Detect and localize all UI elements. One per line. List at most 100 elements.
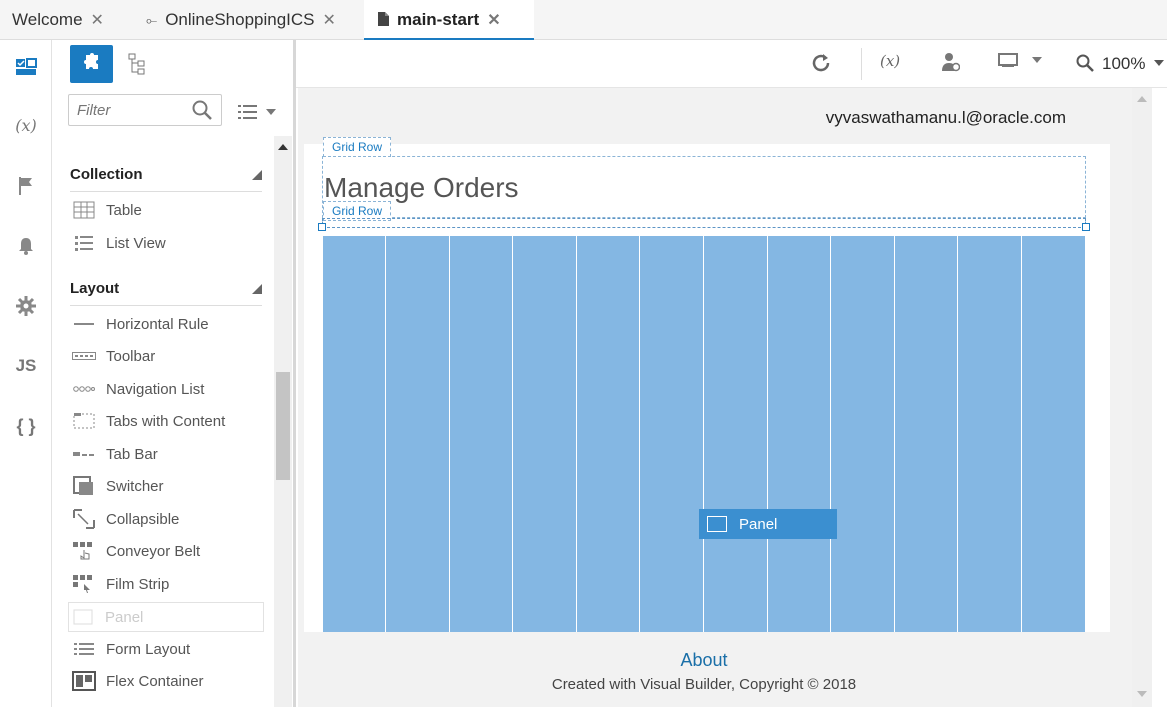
list-view-icon (70, 235, 98, 251)
close-icon[interactable]: ✕ (487, 10, 500, 30)
close-icon[interactable]: ✕ (91, 10, 104, 30)
list-item-toolbar[interactable]: Toolbar (70, 342, 264, 370)
switcher-icon (70, 476, 98, 496)
list-item-navigation-list[interactable]: Navigation List (70, 375, 264, 403)
git-commit-icon: ⟜ (146, 11, 158, 28)
list-item-collapsible[interactable]: Collapsible (70, 505, 264, 533)
item-label: Film Strip (106, 575, 170, 593)
tab-bar-icon (70, 451, 98, 457)
editor-tab-bar: Welcome ✕ ⟜ OnlineShoppingICS ✕ main-sta… (0, 0, 1167, 41)
section-layout[interactable]: Layout (70, 280, 262, 306)
close-icon[interactable]: ✕ (323, 10, 336, 30)
flag-icon[interactable] (0, 176, 52, 201)
tab-welcome[interactable]: Welcome ✕ (0, 0, 118, 40)
tab-label: Welcome (12, 10, 83, 29)
section-collection[interactable]: Collection (70, 166, 262, 192)
scroll-thumb[interactable] (276, 372, 290, 480)
about-link[interactable]: About (298, 650, 1110, 671)
grid-column-divider (385, 236, 386, 632)
puzzle-icon (82, 52, 102, 77)
designer-toolbar: (x) 100% (296, 40, 1167, 88)
scroll-up-arrow-icon[interactable] (278, 144, 288, 150)
list-item-table[interactable]: Table (70, 196, 264, 224)
canvas-scrollbar[interactable] (1132, 88, 1152, 707)
file-icon (378, 11, 389, 29)
item-label: Table (106, 201, 142, 219)
page-designer-icon[interactable] (0, 56, 52, 83)
zoom-dropdown-arrow-icon[interactable] (1154, 60, 1164, 66)
tab-onlineshoppingics[interactable]: ⟜ OnlineShoppingICS ✕ (134, 0, 360, 40)
dragged-panel-component[interactable]: Panel (699, 509, 837, 539)
filter-input[interactable] (69, 95, 179, 125)
refresh-icon[interactable] (810, 52, 832, 79)
scroll-up-arrow-icon[interactable] (1137, 96, 1147, 102)
scroll-down-arrow-icon[interactable] (1137, 691, 1147, 697)
grid-row-selected[interactable] (322, 218, 1086, 228)
user-email[interactable]: vyvaswathamanu.l@oracle.com (826, 108, 1066, 128)
item-label: Panel (105, 608, 144, 626)
grid-column-divider (1021, 236, 1022, 632)
grid-column-divider (957, 236, 958, 632)
list-item-panel[interactable]: Panel (68, 602, 264, 632)
variables-icon[interactable]: (x) (0, 116, 52, 135)
flex-container-icon (70, 671, 98, 691)
collapse-triangle-icon[interactable] (252, 170, 262, 180)
page-title[interactable]: Manage Orders (324, 172, 519, 204)
item-label: Collapsible (106, 510, 180, 528)
grid-column-divider (703, 236, 704, 632)
form-layout-icon (70, 642, 98, 656)
list-item-list-view[interactable]: List View (70, 229, 264, 257)
collapse-triangle-icon[interactable] (252, 284, 262, 294)
toolbar-divider (861, 48, 862, 80)
gear-icon[interactable] (0, 296, 52, 321)
list-item-film-strip[interactable]: Film Strip (70, 570, 264, 598)
list-item-tab-bar[interactable]: Tab Bar (70, 440, 264, 468)
collapsible-icon (70, 509, 98, 529)
tab-main-start[interactable]: main-start ✕ (364, 0, 534, 41)
tabs-with-content-icon (70, 412, 98, 430)
grid-column-divider (639, 236, 640, 632)
grid-column-divider (767, 236, 768, 632)
grid-column-divider (449, 236, 450, 632)
list-item-form-layout[interactable]: Form Layout (70, 635, 264, 663)
list-item-conveyor-belt[interactable]: Conveyor Belt (70, 537, 264, 565)
item-label: Switcher (106, 477, 164, 495)
structure-button[interactable] (128, 53, 148, 75)
device-preview-dropdown[interactable] (998, 52, 1044, 73)
palette-scrollbar[interactable] (274, 136, 292, 707)
resize-handle[interactable] (318, 223, 326, 231)
grid-column-divider (830, 236, 831, 632)
copyright-text: Created with Visual Builder, Copyright ©… (551, 676, 857, 693)
zoom-level[interactable]: 100% (1102, 54, 1145, 74)
search-icon[interactable] (191, 99, 213, 126)
item-label: Tabs with Content (106, 412, 226, 430)
bell-icon[interactable] (0, 236, 52, 261)
list-item-switcher[interactable]: Switcher (70, 472, 264, 500)
javascript-icon[interactable]: JS (0, 356, 52, 376)
tab-label: main-start (397, 10, 480, 29)
item-label: Tab Bar (106, 445, 158, 463)
components-palette: Collection Table List View Layout Horizo… (52, 40, 296, 707)
list-mode-dropdown[interactable] (238, 104, 278, 125)
grid-columns[interactable]: Panel (323, 236, 1085, 632)
list-item-horizontal-rule[interactable]: Horizontal Rule (70, 310, 264, 338)
film-strip-icon (70, 574, 98, 594)
panel-label: Panel (739, 515, 778, 533)
list-item-tabs-with-content[interactable]: Tabs with Content (70, 407, 264, 435)
user-roles-icon[interactable] (942, 52, 961, 77)
filter-input-box (68, 94, 222, 126)
grid-column-divider (576, 236, 577, 632)
section-title: Layout (70, 280, 120, 297)
activity-rail: (x) JS { } (0, 40, 52, 707)
grid-row-label[interactable]: Grid Row (323, 137, 392, 157)
zoom-search-icon[interactable] (1076, 54, 1094, 77)
item-label: Conveyor Belt (106, 542, 201, 560)
item-label: Navigation List (106, 380, 205, 398)
list-item-flex-container[interactable]: Flex Container (70, 667, 264, 695)
variables-settings-icon[interactable]: (x) (880, 52, 900, 70)
palette-list: Collection Table List View Layout Horizo… (52, 136, 274, 707)
components-button[interactable] (70, 45, 113, 83)
grid-column-divider (894, 236, 895, 632)
json-icon[interactable]: { } (0, 416, 52, 437)
resize-handle[interactable] (1082, 223, 1090, 231)
